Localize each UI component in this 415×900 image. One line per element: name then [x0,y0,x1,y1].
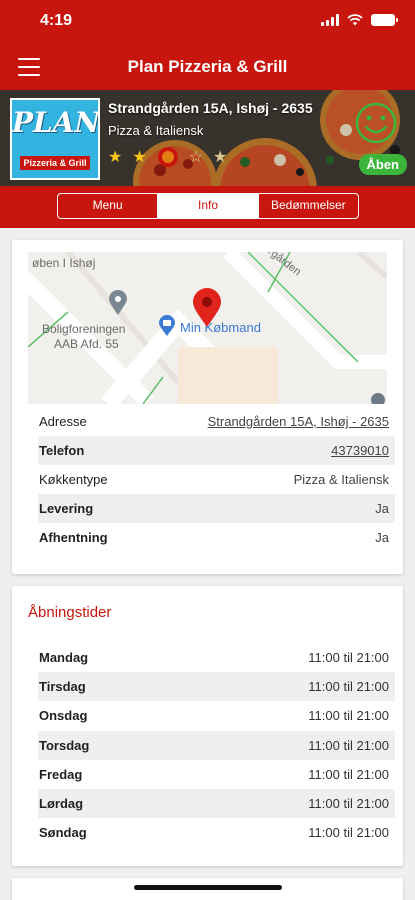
day-label: Mandag [39,650,89,666]
wifi-icon [347,14,363,26]
segmented-control: Menu Info Bedømmelser [57,193,359,219]
info-card: øben I Ishøj Boligforeningen AAB Afd. 55… [12,240,403,574]
opening-hours-table: Mandag 11:00 til 21:00 Tirsdag 11:00 til 2… [38,643,395,847]
info-value: Ja [375,530,389,545]
info-row-pickup: Afhentning Ja [38,523,395,552]
day-label: Søndag [39,825,87,841]
smiley-icon [355,102,397,144]
hours-row: Mandag 11:00 til 21:00 [38,643,395,672]
info-key: Afhentning [39,530,108,545]
home-indicator[interactable] [134,885,282,890]
phone-link[interactable]: 43739010 [331,443,389,458]
logo-subtitle: Pizzeria & Grill [20,156,90,170]
restaurant-logo: PLAN Pizzeria & Grill [10,98,100,180]
battery-icon [371,14,398,26]
time-label: 11:00 til 21:00 [308,679,389,695]
map[interactable]: øben I Ishøj Boligforeningen AAB Afd. 55… [28,252,387,404]
status-bar: 4:19 [0,0,415,44]
info-row-address: Adresse Strandgården 15A, Ishøj - 2635 [38,407,395,436]
navigation-bar: Plan Pizzeria & Grill [0,44,415,90]
info-row-phone: Telefon 43739010 [38,436,395,465]
day-label: Torsdag [39,737,90,753]
hours-row: Søndag 11:00 til 21:00 [38,818,395,847]
info-table: Adresse Strandgården 15A, Ishøj - 2635 T… [38,407,395,552]
logo-text: PLAN [12,106,100,139]
open-status-badge: Åben [358,154,407,175]
restaurant-header: PLAN Pizzeria & Grill Strandgården 15A, … [0,90,415,186]
hours-row: Fredag 11:00 til 21:00 [38,760,395,789]
page-title: Plan Pizzeria & Grill [127,57,288,76]
tab-menu[interactable]: Menu [58,194,157,218]
status-time: 4:19 [40,12,73,29]
time-label: 11:00 til 21:00 [308,650,389,666]
restaurant-cuisine: Pizza & Italiensk [108,123,204,138]
info-key: Adresse [39,414,87,429]
info-key: Levering [39,501,94,516]
day-label: Tirsdag [39,679,86,695]
map-label: Boligforeningen [42,322,126,336]
cellular-signal-icon [321,14,339,26]
rating-stars: ★ ★ ☆ ★ [108,146,227,168]
star-empty-icon: ★ [213,149,228,166]
info-row-delivery: Levering Ja [38,494,395,523]
opening-hours-title: Åbningstider [28,604,112,621]
tab-ratings[interactable]: Bedømmelser [257,194,358,218]
address-link[interactable]: Strandgården 15A, Ishøj - 2635 [208,414,389,429]
time-label: 11:00 til 21:00 [308,825,389,841]
time-label: 11:00 til 21:00 [308,766,389,782]
star-filled-icon: ★ [108,149,123,166]
time-label: 11:00 til 21:00 [308,708,389,724]
day-label: Fredag [39,766,83,782]
day-label: Onsdag [39,708,88,724]
opening-hours-card: Åbningstider Mandag 11:00 til 21:00 Tirsd… [12,586,403,866]
time-label: 11:00 til 21:00 [308,737,389,753]
info-value: Ja [375,501,389,516]
map-poi-icon [109,290,127,315]
star-empty-icon: ☆ [188,149,204,166]
status-icons [321,14,398,26]
tab-info[interactable]: Info [157,194,258,218]
hours-row: Torsdag 11:00 til 21:00 [38,730,395,760]
time-label: 11:00 til 21:00 [308,796,389,812]
restaurant-address: Strandgården 15A, Ishøj - 2635 [108,100,313,116]
hours-row: Lørdag 11:00 til 21:00 [38,788,395,819]
tab-bar: Menu Info Bedømmelser [0,186,415,228]
map-label: øben I Ishøj [32,256,96,270]
info-row-cuisine: Køkkentype Pizza & Italiensk [38,465,395,494]
info-value: Pizza & Italiensk [293,472,389,487]
info-key: Køkkentype [39,472,108,487]
location-pin-icon[interactable] [192,288,222,328]
hours-row: Tirsdag 11:00 til 21:00 [38,672,395,702]
info-key: Telefon [39,443,85,458]
shop-pin-icon [159,315,175,336]
smiley-rating-icon [157,147,178,167]
day-label: Lørdag [39,796,84,812]
star-filled-icon: ★ [132,149,147,166]
map-label: AAB Afd. 55 [54,337,119,351]
hours-row: Onsdag 11:00 til 21:00 [38,701,395,730]
